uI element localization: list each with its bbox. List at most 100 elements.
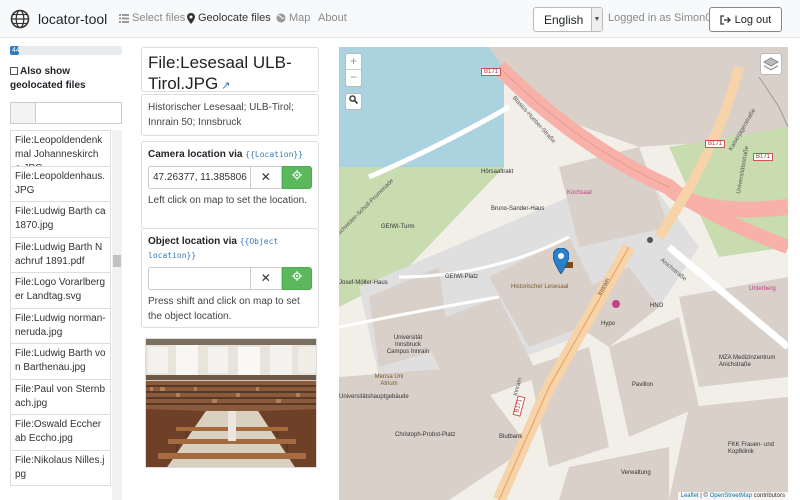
object-heading-label: Object location via (148, 236, 237, 247)
map-marker[interactable] (553, 248, 569, 274)
file-list-scrollbar[interactable] (112, 130, 122, 500)
nav-select-files[interactable]: Select files (119, 12, 185, 24)
logout-label: Log out (734, 13, 772, 26)
file-list-item[interactable]: File:Logo Vorarlberger Landtag.svg (10, 273, 111, 309)
progress-bar: 44 / (10, 46, 122, 63)
file-list-item[interactable]: File:Ludwig Barth ca1870.jpg (10, 202, 111, 238)
nav-select-files-label: Select files (132, 12, 186, 24)
map-label-probst: Christoph-Probst-Platz (395, 432, 456, 438)
map-label-hno: HNO (650, 303, 664, 309)
nav-map-label: Map (289, 12, 311, 24)
filter-addon (11, 103, 36, 123)
map-label-unterberg: Unterberg (749, 286, 776, 292)
globe-small-icon (276, 13, 286, 23)
camera-template-link[interactable]: {{Location}} (245, 150, 303, 159)
object-location-panel: Object location via {{Object location}} … (141, 228, 319, 328)
object-help: Press shift and click on map to set the … (148, 296, 300, 322)
map-label-blutbank: Blutbank (499, 434, 523, 440)
object-location-input[interactable] (148, 267, 252, 290)
file-list-item[interactable]: File:Nikolaus Nilles.jpg (10, 450, 111, 486)
map-label-josef: Josef-Möller-Haus (339, 280, 388, 286)
crosshair-icon (291, 271, 302, 281)
map-attribution: Leaflet | © OpenStreetMap contributors (677, 492, 788, 500)
logout-button[interactable]: Log out (709, 7, 782, 32)
file-list-item[interactable]: File:Ludwig norman-neruda.jpg (10, 308, 111, 344)
map-label-geiwi-turm: GEIWI-Turm (381, 224, 415, 230)
file-list-item[interactable]: File:Ludwig Barth Nachruf 1891.pdf (10, 237, 111, 273)
zoom-control: + − (345, 53, 362, 87)
file-filter[interactable] (10, 102, 122, 124)
map-label-hist: Historischer Lesesaal (511, 284, 569, 290)
brand-name: locator-tool (38, 11, 108, 27)
file-list: File:Leopoldendenkmal Johanneskirche.JPG… (10, 130, 111, 500)
crosshair-icon (291, 170, 302, 180)
map-label-bruno: Bruno-Sander-Haus (491, 206, 545, 212)
map-label-fkk: FKK Frauen- und Kopfklinik (728, 442, 775, 455)
object-input-group: ✕ (148, 267, 312, 290)
layers-button[interactable] (760, 53, 782, 75)
progress-fill: 44 / (10, 46, 20, 63)
file-list-item[interactable]: File:Oswald Eccher ab Eccho.jpg (10, 415, 111, 451)
library-photo (146, 339, 316, 467)
camera-clear-button[interactable]: ✕ (251, 166, 282, 189)
nav-about-label: About (318, 12, 347, 24)
search-icon (349, 95, 359, 105)
checkbox-box[interactable] (10, 67, 18, 75)
map-label-geiwi-platz: GEIWI-Platz (445, 274, 479, 280)
map-label-b171-3: B171 (753, 153, 774, 161)
nav-map[interactable]: Map (276, 12, 310, 24)
nav-about[interactable]: About (318, 12, 347, 24)
navbar: locator-tool Select files Geolocate file… (0, 0, 800, 38)
scrollbar-thumb[interactable] (113, 255, 121, 267)
map-label-pavillon: Pavillon (632, 382, 654, 388)
also-show-checkbox[interactable]: Also show geolocated files (10, 65, 120, 93)
brand[interactable]: locator-tool (10, 9, 107, 29)
layers-icon (762, 57, 780, 71)
camera-heading: Camera location via {{Location}} (148, 148, 312, 162)
map-marker-icon (187, 12, 195, 24)
osm-link[interactable]: OpenStreetMap (710, 493, 752, 499)
map-label-mza: MZA Medizinzentrum Anichstraße (719, 355, 776, 368)
map-label-hauptgebaeude: Universitätshauptgebäude (339, 394, 409, 400)
object-heading: Object location via {{Object location}} (148, 235, 312, 263)
map-label-uni: Universität Innsbruck Campus Innrain (386, 335, 430, 355)
attribution-tail: contributors (751, 493, 785, 499)
zoom-in-button[interactable]: + (346, 54, 361, 70)
file-panel: File:Lesesaal ULB-Tirol.JPG ↗ Historisch… (141, 38, 321, 500)
camera-help: Left click on map to set the location. (148, 195, 307, 206)
language-value: English (544, 13, 584, 27)
description-panel: Historischer Lesesaal; ULB-Tirol; Innrai… (141, 94, 319, 136)
map[interactable]: Hörsaaltrakt Bruno-Sander-Haus GEIWI-Tur… (339, 47, 788, 500)
leaflet-link[interactable]: Leaflet (681, 493, 699, 499)
zoom-out-button[interactable]: − (346, 70, 361, 86)
camera-heading-label: Camera location via (148, 149, 243, 160)
nav-geolocate-files-label: Geolocate files (198, 12, 271, 24)
object-pick-button[interactable] (281, 267, 312, 290)
caret-down-icon: ▼ (591, 8, 602, 31)
map-label-hoersaaltrakt: Hörsaaltrakt (481, 169, 514, 175)
title-panel: File:Lesesaal ULB-Tirol.JPG ↗ (141, 47, 319, 93)
map-label-verwaltung: Verwaltung (621, 470, 651, 476)
attribution-sep: | © (698, 493, 710, 499)
camera-location-panel: Camera location via {{Location}} 47.2637… (141, 141, 319, 229)
external-link-icon[interactable]: ↗ (218, 80, 230, 92)
list-icon (119, 13, 129, 23)
file-list-item[interactable]: File:Leopoldendenkmal Johanneskirche.JPG (10, 131, 111, 167)
object-clear-button[interactable]: ✕ (251, 267, 282, 290)
file-thumbnail[interactable] (145, 338, 317, 468)
file-list-item[interactable]: File:Paul von Sternbach.jpg (10, 379, 111, 415)
logged-in-status: Logged in as Simon04 (608, 12, 718, 24)
camera-location-input[interactable]: 47.26377, 11.385806 (148, 166, 252, 189)
map-label-b171-1: B171 (481, 68, 502, 76)
map-label-mensa: Mensa Uni Atrium (374, 374, 404, 387)
file-list-item[interactable]: File:Leopoldenhaus.JPG (10, 166, 111, 202)
logout-icon (719, 14, 731, 25)
map-label-kochsaal: Kochsaal (567, 190, 592, 196)
nav-geolocate-files[interactable]: Geolocate files (187, 12, 271, 24)
map-label-b171-2: B171 (705, 140, 726, 148)
camera-pick-button[interactable] (281, 166, 312, 189)
sidebar: 44 / Also show geolocated files File:Leo… (0, 38, 125, 500)
file-list-item[interactable]: File:Ludwig Barth von Barthenau.jpg (10, 344, 111, 380)
geosearch-button[interactable] (345, 93, 362, 110)
language-select[interactable]: English ▼ (533, 7, 603, 32)
